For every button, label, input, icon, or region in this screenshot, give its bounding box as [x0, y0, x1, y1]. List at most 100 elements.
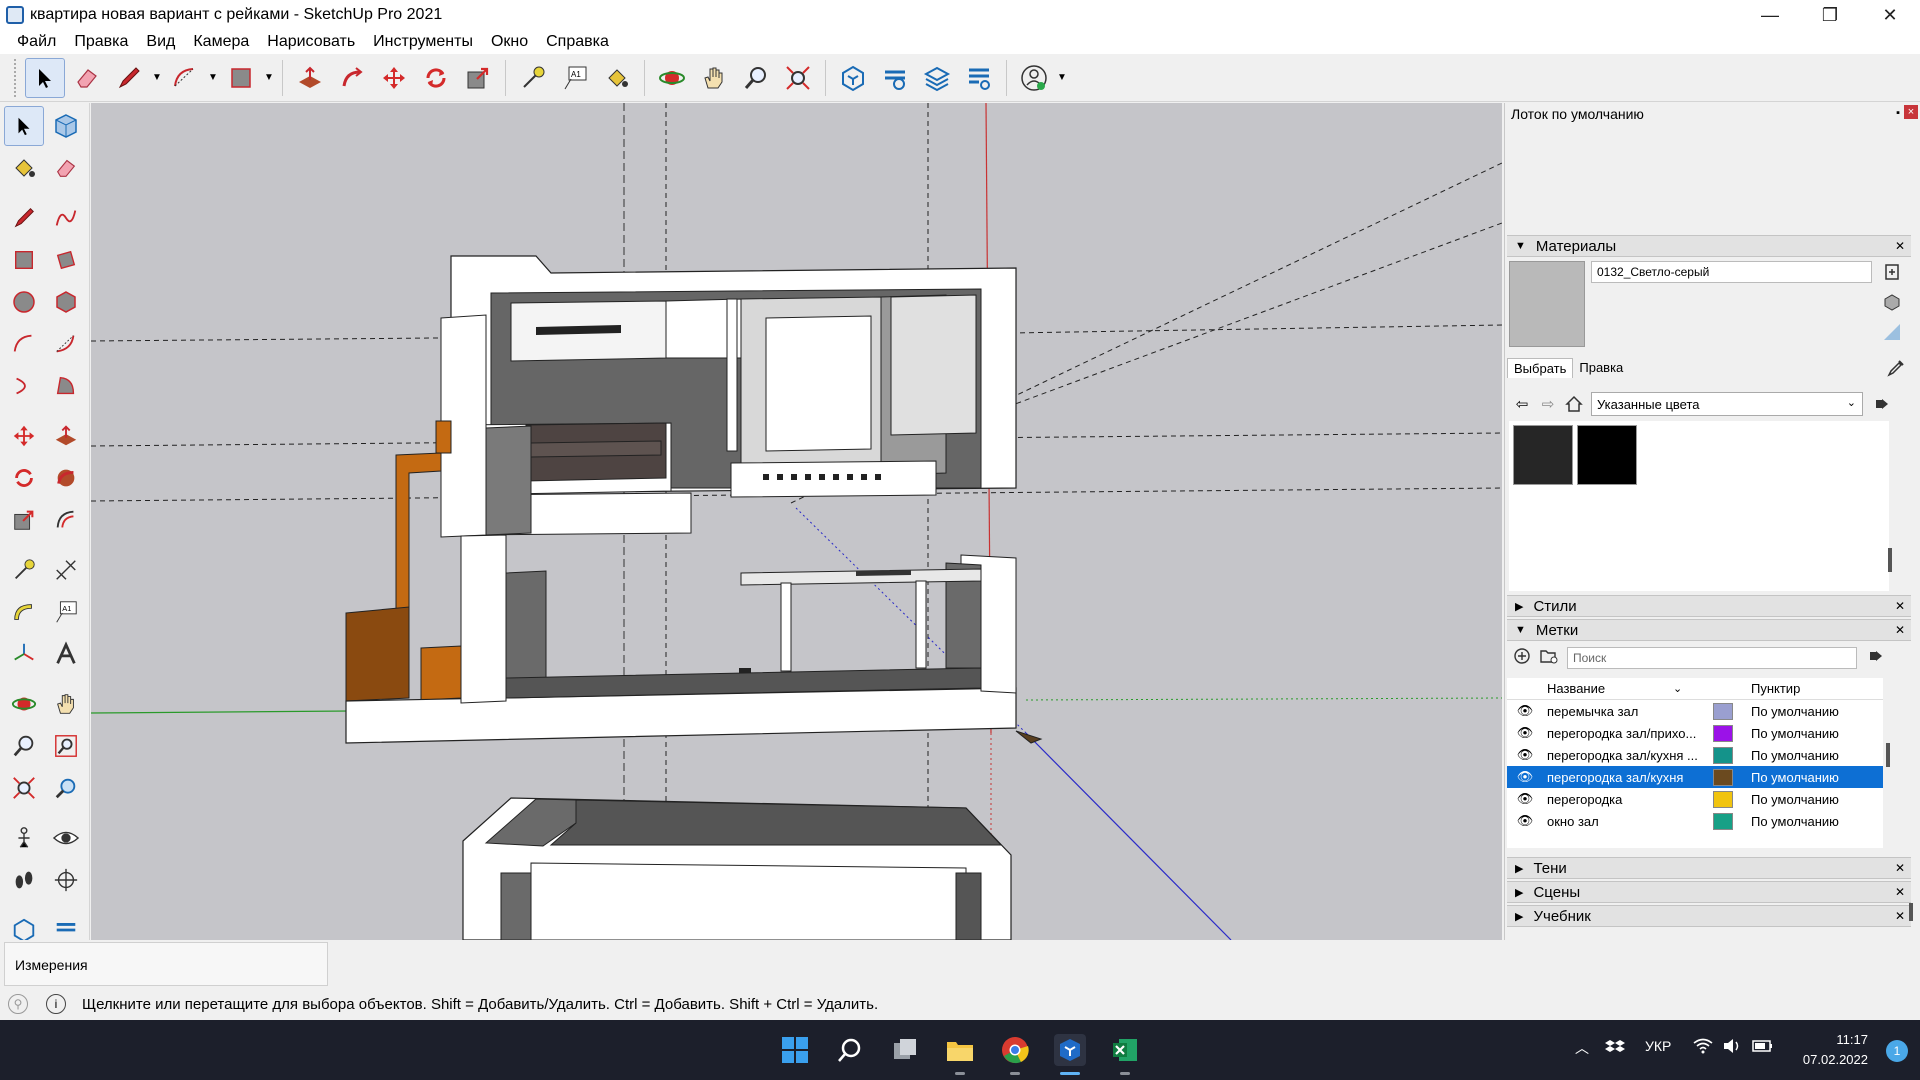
left-rotate-button[interactable]	[4, 458, 44, 498]
materials-scrollbar[interactable]	[1888, 548, 1892, 572]
left-freehand-button[interactable]	[46, 198, 86, 238]
home-icon[interactable]	[1561, 391, 1587, 417]
left-zoom-button[interactable]	[4, 726, 44, 766]
tag-color-swatch[interactable]	[1703, 702, 1743, 720]
tutorial-close-icon[interactable]: ✕	[1895, 909, 1905, 923]
task-view-icon[interactable]	[889, 1034, 921, 1066]
tag-color-swatch[interactable]	[1703, 724, 1743, 742]
account-dropdown[interactable]: ▼	[1055, 58, 1069, 98]
display-secondary-icon[interactable]	[1881, 321, 1903, 343]
battery-icon[interactable]	[1752, 1038, 1774, 1057]
eye-icon[interactable]: 👁	[1507, 725, 1543, 741]
tag-dash[interactable]: По умолчанию	[1743, 792, 1883, 807]
paint-sample-icon[interactable]	[1881, 291, 1903, 313]
line-tool-dropdown[interactable]: ▼	[150, 58, 164, 98]
left-pie-button[interactable]	[46, 366, 86, 406]
left-arc-button[interactable]	[4, 324, 44, 364]
add-tag-icon[interactable]	[1513, 647, 1531, 669]
left-component-button[interactable]	[46, 106, 86, 146]
restore-button[interactable]: ❐	[1800, 0, 1860, 30]
menu-help[interactable]: Справка	[537, 33, 618, 51]
arc-tool-dropdown[interactable]: ▼	[206, 58, 220, 98]
tag-color-swatch[interactable]	[1703, 790, 1743, 808]
toolbar-grip[interactable]	[14, 58, 18, 97]
scenes-close-icon[interactable]: ✕	[1895, 885, 1905, 899]
styles-panel-header[interactable]: ▶ Стили ✕	[1507, 595, 1911, 617]
tag-color-swatch[interactable]	[1703, 746, 1743, 764]
tag-dash[interactable]: По умолчанию	[1743, 748, 1883, 763]
tutorial-panel-header[interactable]: ▶ Учебник ✕	[1507, 905, 1911, 927]
left-protractor-button[interactable]	[4, 592, 44, 632]
scenes-panel-header[interactable]: ▶ Сцены ✕	[1507, 881, 1911, 903]
table-row[interactable]: 👁 перегородка По умолчанию	[1507, 788, 1883, 810]
details-arrow-icon[interactable]	[1869, 391, 1895, 417]
tray-pin-icon[interactable]: ▪	[1896, 107, 1900, 119]
rotate-tool-button[interactable]	[416, 58, 456, 98]
model-viewport[interactable]	[91, 103, 1502, 940]
tray-close-button[interactable]: ×	[1904, 105, 1918, 119]
eye-icon[interactable]: 👁	[1507, 747, 1543, 763]
info-icon[interactable]: i	[46, 994, 66, 1014]
menu-camera[interactable]: Камера	[184, 33, 258, 51]
tape-measure-tool-button[interactable]	[513, 58, 553, 98]
materials-panel-header[interactable]: ▼ Материалы ✕	[1507, 235, 1911, 257]
current-material-swatch[interactable]	[1509, 261, 1585, 347]
left-pan-button[interactable]	[46, 684, 86, 724]
left-3point-arc-button[interactable]	[4, 366, 44, 406]
tags-panel-header[interactable]: ▼ Метки ✕	[1507, 619, 1911, 641]
menu-draw[interactable]: Нарисовать	[258, 33, 364, 51]
table-row[interactable]: 👁 перегородка зал/кухня ... По умолчанию	[1507, 744, 1883, 766]
table-row[interactable]: 👁 перемычка зал По умолчанию	[1507, 700, 1883, 722]
left-push-pull-button[interactable]	[46, 416, 86, 456]
file-explorer-icon[interactable]	[944, 1034, 976, 1066]
extension-manager-button[interactable]	[959, 58, 999, 98]
close-button[interactable]: ✕	[1860, 0, 1920, 30]
tag-color-swatch[interactable]	[1703, 768, 1743, 786]
eye-icon[interactable]: 👁	[1507, 703, 1543, 719]
move-tool-button[interactable]	[374, 58, 414, 98]
menu-window[interactable]: Окно	[482, 33, 537, 51]
left-paint-button[interactable]	[4, 148, 44, 188]
sketchup-taskbar-icon[interactable]	[1054, 1034, 1086, 1066]
tag-dash[interactable]: По умолчанию	[1743, 704, 1883, 719]
account-button[interactable]	[1014, 58, 1054, 98]
line-tool-button[interactable]	[109, 58, 149, 98]
left-follow-me-button[interactable]	[46, 458, 86, 498]
left-look-around-button[interactable]	[46, 818, 86, 858]
left-warehouse-button[interactable]	[4, 910, 44, 940]
rectangle-tool-button[interactable]	[221, 58, 261, 98]
shadows-close-icon[interactable]: ✕	[1895, 861, 1905, 875]
tag-color-swatch[interactable]	[1703, 812, 1743, 830]
left-circle-button[interactable]	[4, 282, 44, 322]
tag-dash[interactable]: По умолчанию	[1743, 726, 1883, 741]
taskbar-clock[interactable]: 11:17 07.02.2022	[1803, 1030, 1868, 1070]
table-row[interactable]: 👁 перегородка зал/прихо... По умолчанию	[1507, 722, 1883, 744]
select-tool-button[interactable]	[25, 57, 65, 98]
chevron-down-icon[interactable]: ⌄	[1673, 682, 1703, 695]
windows-start-icon[interactable]	[779, 1034, 811, 1066]
language-indicator[interactable]: УКР	[1645, 1038, 1671, 1054]
tab-select[interactable]: Выбрать	[1507, 358, 1574, 378]
push-pull-tool-button[interactable]	[290, 58, 330, 98]
shadows-panel-header[interactable]: ▶ Тени ✕	[1507, 857, 1911, 879]
follow-me-tool-button[interactable]	[332, 58, 372, 98]
forward-arrow-icon[interactable]: ⇨	[1535, 391, 1561, 417]
left-text-button[interactable]: A1	[46, 592, 86, 632]
create-material-icon[interactable]	[1881, 261, 1903, 283]
tags-close-icon[interactable]: ✕	[1895, 623, 1905, 637]
tag-dash[interactable]: По умолчанию	[1743, 770, 1883, 785]
back-arrow-icon[interactable]: ⇦	[1509, 391, 1535, 417]
material-name-field[interactable]: 0132_Светло-серый	[1591, 261, 1872, 283]
eye-icon[interactable]: 👁	[1507, 769, 1543, 785]
left-walk-button[interactable]	[4, 860, 44, 900]
table-row-selected[interactable]: 👁 перегородка зал/кухня По умолчанию	[1507, 766, 1883, 788]
left-orbit-button[interactable]	[4, 684, 44, 724]
paint-bucket-tool-button[interactable]	[597, 58, 637, 98]
menu-file[interactable]: Файл	[8, 33, 65, 51]
notification-badge[interactable]: 1	[1886, 1040, 1908, 1062]
search-icon[interactable]	[834, 1034, 866, 1066]
left-previous-view-button[interactable]	[46, 768, 86, 808]
tag-dash[interactable]: По умолчанию	[1743, 814, 1883, 829]
material-swatch[interactable]	[1513, 425, 1573, 485]
eye-icon[interactable]: 👁	[1507, 813, 1543, 829]
